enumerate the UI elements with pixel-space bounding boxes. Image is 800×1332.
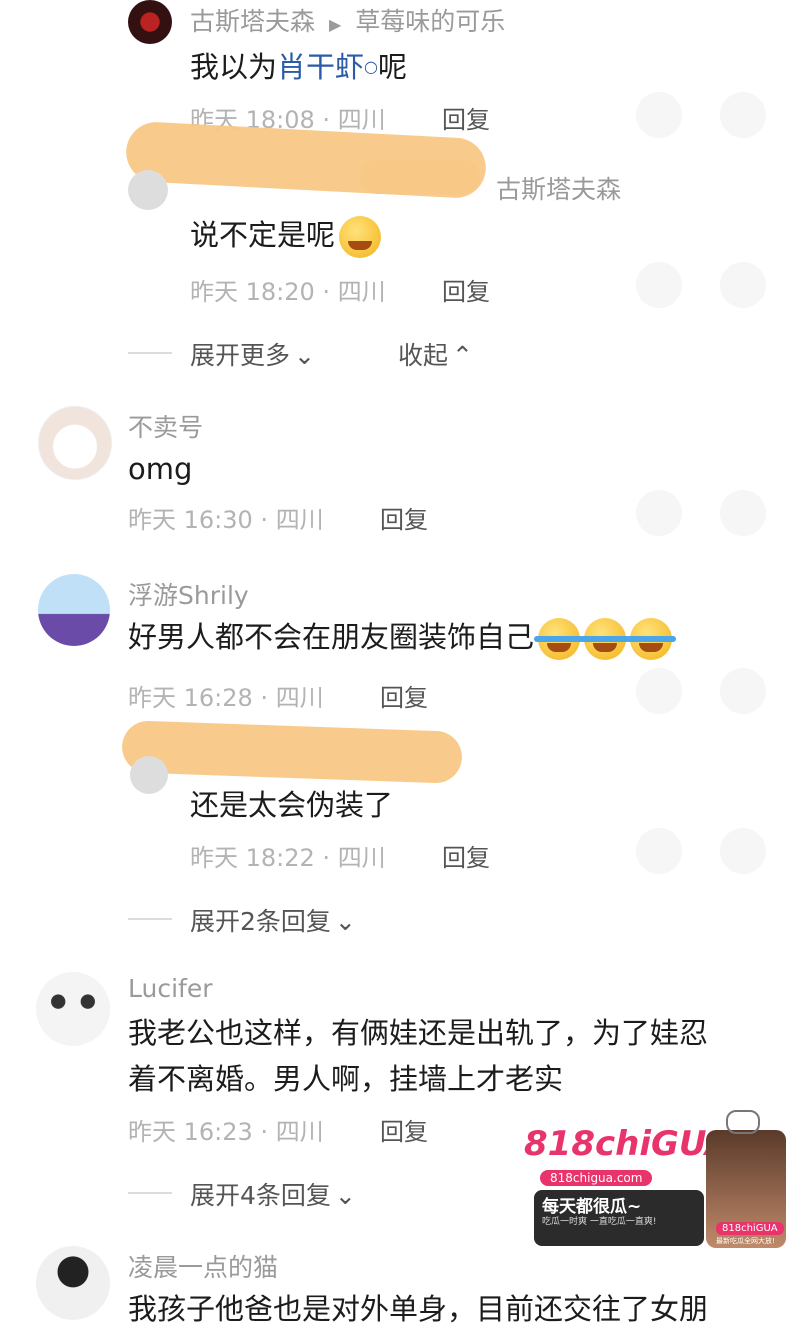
divider bbox=[128, 918, 172, 920]
comment-text: omg bbox=[128, 452, 193, 486]
comment-text-line-1: 我老公也这样，有俩娃还是出轨了，为了娃忍 bbox=[128, 1016, 709, 1050]
avatar[interactable] bbox=[128, 0, 172, 44]
search-icon: ○ bbox=[364, 57, 378, 76]
expand-replies-button[interactable]: 展开2条回复 ⌄ bbox=[190, 902, 356, 938]
dislike-icon[interactable] bbox=[720, 668, 766, 714]
watermark-badge: 818chiGUA bbox=[716, 1222, 784, 1235]
comment-meta: 昨天 18:22 · 四川 bbox=[190, 844, 386, 872]
watermark-badge-sub: 最新吃瓜全网大放! bbox=[716, 1237, 775, 1245]
laugh-cry-emoji-icon bbox=[626, 618, 677, 660]
reply-arrow-icon: ▶ bbox=[328, 15, 342, 34]
dislike-icon[interactable] bbox=[720, 828, 766, 874]
reply-button[interactable]: 回复 bbox=[442, 272, 490, 307]
watermark-ad[interactable]: 818chiGUA 818chigua.com 每天都很瓜~ 吃瓜一时爽 一直吃… bbox=[520, 1110, 788, 1250]
username[interactable]: 古斯塔夫森 bbox=[190, 7, 315, 36]
comment-meta: 昨天 16:30 · 四川 bbox=[128, 506, 324, 534]
reply-button[interactable]: 回复 bbox=[380, 500, 428, 535]
chevron-down-icon: ⌄ bbox=[334, 1181, 356, 1210]
comment-text: 好男人都不会在朋友圈装饰自己 bbox=[128, 614, 677, 660]
comment-meta: 昨天 18:20 · 四川 bbox=[190, 278, 386, 306]
comment-text: 我孩子他爸也是对外单身，目前还交往了女朋 bbox=[128, 1292, 709, 1326]
reply-to-username[interactable]: 古斯塔夫森 bbox=[496, 170, 621, 206]
dislike-icon[interactable] bbox=[720, 92, 766, 138]
chevron-down-icon: ⌄ bbox=[334, 907, 356, 936]
dislike-icon[interactable] bbox=[720, 490, 766, 536]
chevron-up-icon: ⌃ bbox=[452, 341, 473, 370]
comment-text: 说不定是呢 bbox=[190, 212, 382, 258]
redaction-mark bbox=[360, 160, 480, 194]
username[interactable]: 凌晨一点的猫 bbox=[128, 1248, 278, 1284]
watermark-site: 818chigua.com bbox=[540, 1170, 653, 1186]
divider bbox=[128, 352, 172, 354]
watermark-sub-text: 吃瓜一时爽 一直吃瓜一直爽! bbox=[542, 1217, 657, 1227]
avatar[interactable] bbox=[38, 574, 110, 646]
reply-button[interactable]: 回复 bbox=[380, 678, 428, 713]
comment-meta: 昨天 16:28 · 四川 bbox=[128, 684, 324, 712]
collapse-button[interactable]: 收起 ⌃ bbox=[398, 336, 473, 372]
reply-to-username[interactable]: 草莓味的可乐 bbox=[355, 7, 505, 36]
avatar[interactable] bbox=[38, 406, 112, 480]
username[interactable]: 浮游Shrily bbox=[128, 576, 249, 612]
watermark-logo: 818chiGUA bbox=[524, 1124, 732, 1164]
reply-button[interactable]: 回复 bbox=[442, 100, 490, 135]
search-link[interactable]: 肖干虾 bbox=[277, 50, 364, 84]
reply-button[interactable]: 回复 bbox=[442, 838, 490, 873]
username[interactable]: 不卖号 bbox=[128, 408, 203, 444]
avatar[interactable] bbox=[128, 170, 168, 210]
laugh-cry-emoji-icon bbox=[580, 618, 631, 660]
comment-meta: 昨天 16:23 · 四川 bbox=[128, 1118, 324, 1146]
like-icon[interactable] bbox=[636, 490, 682, 536]
expand-replies-button[interactable]: 展开4条回复 ⌄ bbox=[190, 1176, 356, 1212]
username[interactable]: Lucifer bbox=[128, 974, 213, 1003]
avatar[interactable] bbox=[36, 1246, 110, 1320]
comment-text: 还是太会伪装了 bbox=[190, 788, 394, 822]
emoji-icon bbox=[339, 216, 382, 258]
reply-button[interactable]: 回复 bbox=[380, 1112, 428, 1147]
avatar[interactable] bbox=[130, 756, 168, 794]
like-icon[interactable] bbox=[636, 668, 682, 714]
close-icon[interactable] bbox=[726, 1110, 760, 1134]
comment-text: 我以为肖干虾○呢 bbox=[190, 50, 408, 84]
expand-more-button[interactable]: 展开更多 ⌄ bbox=[190, 336, 315, 372]
like-icon[interactable] bbox=[636, 828, 682, 874]
reply-header: 古斯塔夫森 ▶ 草莓味的可乐 bbox=[190, 2, 505, 38]
comment-text-line-2: 着不离婚。男人啊，挂墙上才老实 bbox=[128, 1062, 564, 1096]
laugh-cry-emoji-icon bbox=[534, 618, 585, 660]
redaction-mark bbox=[121, 720, 463, 784]
chevron-down-icon: ⌄ bbox=[294, 341, 315, 370]
dislike-icon[interactable] bbox=[720, 262, 766, 308]
divider bbox=[128, 1192, 172, 1194]
like-icon[interactable] bbox=[636, 92, 682, 138]
like-icon[interactable] bbox=[636, 262, 682, 308]
avatar[interactable] bbox=[36, 972, 110, 1046]
